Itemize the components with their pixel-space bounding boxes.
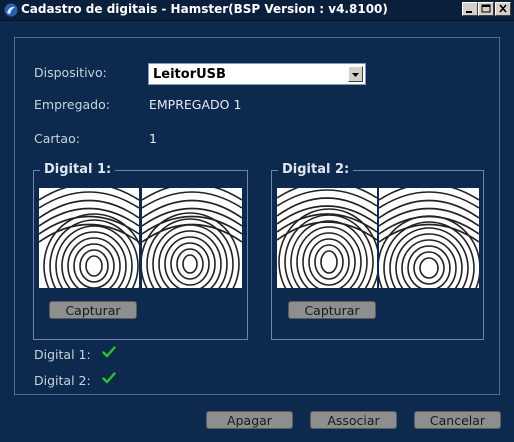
device-select[interactable]: LeitorUSB bbox=[148, 63, 366, 85]
digital1-title: Digital 1: bbox=[40, 162, 116, 177]
delete-button[interactable]: Apagar bbox=[206, 411, 293, 429]
device-label: Dispositivo: bbox=[34, 65, 107, 80]
fingerprint-image bbox=[142, 188, 242, 288]
fingerprint-icon bbox=[39, 188, 139, 288]
digital1-group: Digital 1: Capturar bbox=[33, 162, 248, 340]
title-bar[interactable]: Cadastro de digitais - Hamster(BSP Versi… bbox=[0, 0, 514, 21]
maximize-button[interactable] bbox=[478, 2, 494, 16]
maximize-icon bbox=[481, 4, 491, 13]
digital2-title: Digital 2: bbox=[278, 162, 354, 177]
minimize-button[interactable] bbox=[462, 2, 478, 16]
card-value: 1 bbox=[149, 131, 157, 146]
digital1-status-label: Digital 1: bbox=[34, 347, 91, 362]
fingerprint-icon bbox=[142, 188, 242, 288]
app-icon bbox=[4, 3, 18, 17]
capture-digital1-button[interactable]: Capturar bbox=[49, 301, 137, 319]
fingerprint-image bbox=[39, 188, 139, 288]
capture-digital2-button[interactable]: Capturar bbox=[288, 301, 376, 319]
close-button[interactable] bbox=[495, 2, 511, 16]
digital2-group: Digital 2: Capturar bbox=[271, 162, 484, 340]
employee-label: Empregado: bbox=[34, 97, 110, 112]
employee-value: EMPREGADO 1 bbox=[149, 97, 242, 112]
card-label: Cartao: bbox=[34, 131, 80, 146]
fingerprint-icon bbox=[277, 188, 377, 288]
chevron-down-icon bbox=[352, 73, 359, 77]
dropdown-arrow-button[interactable] bbox=[348, 66, 363, 82]
cancel-button[interactable]: Cancelar bbox=[414, 411, 501, 429]
device-select-value: LeitorUSB bbox=[153, 67, 226, 82]
window-title: Cadastro de digitais - Hamster(BSP Versi… bbox=[21, 2, 388, 16]
digital2-status-label: Digital 2: bbox=[34, 373, 91, 388]
fingerprint-image bbox=[379, 188, 479, 288]
close-icon bbox=[499, 4, 507, 13]
associate-button[interactable]: Associar bbox=[310, 411, 397, 429]
minimize-icon bbox=[466, 11, 472, 13]
check-icon bbox=[102, 346, 116, 358]
fingerprint-image bbox=[277, 188, 377, 288]
check-icon bbox=[102, 372, 116, 384]
fingerprint-icon bbox=[379, 188, 479, 288]
